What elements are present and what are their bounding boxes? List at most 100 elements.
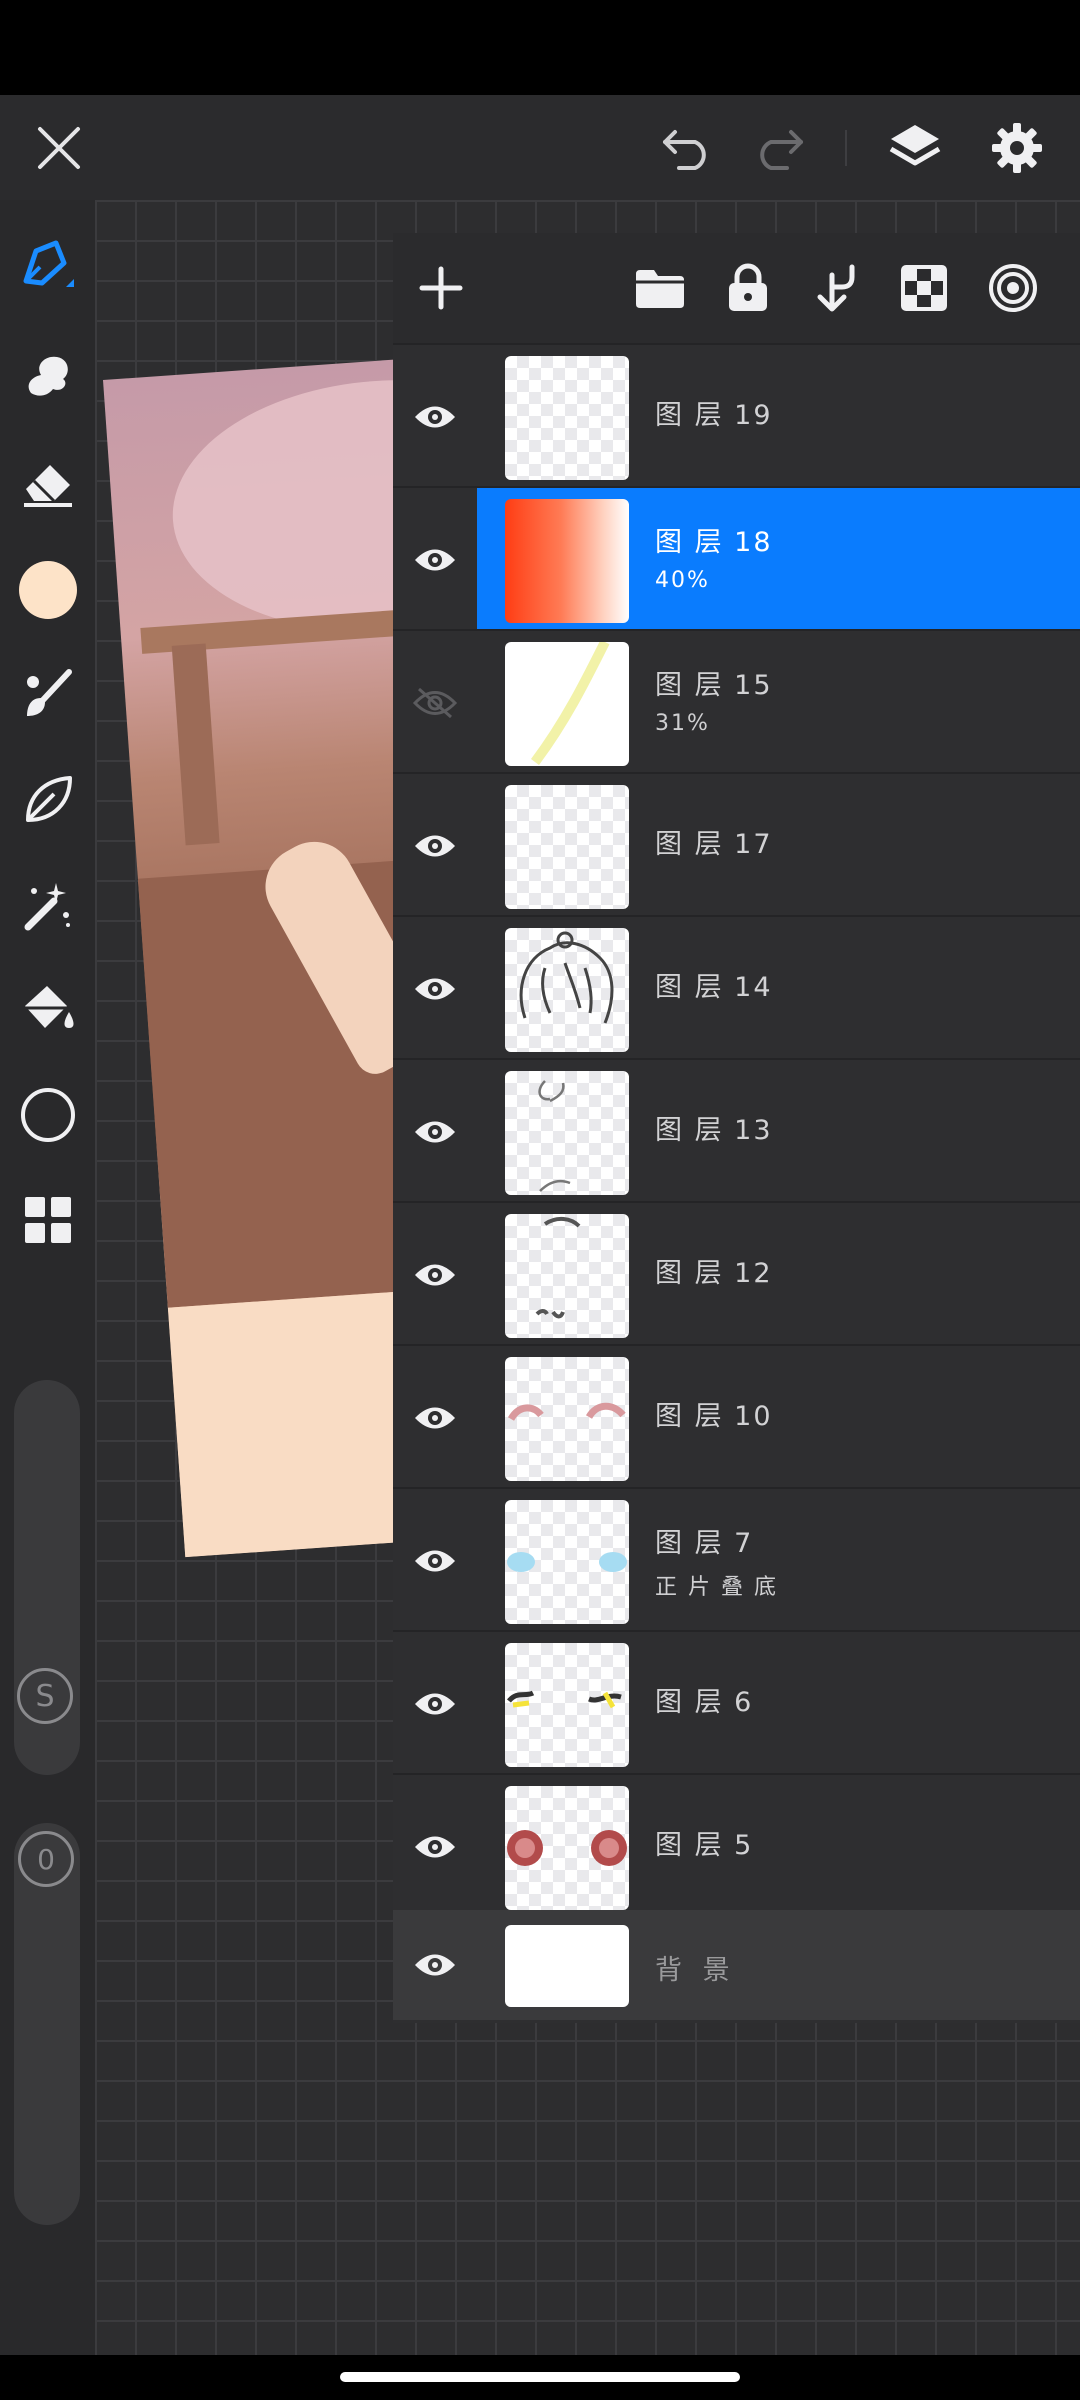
visibility-toggle[interactable] <box>393 917 477 1060</box>
background-layer-row[interactable]: 背 景 <box>393 1910 1080 2020</box>
reference-layer-button[interactable] <box>978 248 1048 328</box>
eraser-tool[interactable] <box>0 444 95 524</box>
close-button[interactable] <box>14 95 104 200</box>
layer-name: 图 层 5 <box>655 1830 754 1861</box>
grid-tool[interactable] <box>0 1180 95 1260</box>
brush-tool[interactable] <box>0 655 95 735</box>
magic-wand-icon <box>24 883 70 931</box>
layers-toolbar <box>393 233 1080 343</box>
magic-wand-tool[interactable] <box>0 865 95 945</box>
pen-icon <box>23 240 74 287</box>
layer-name: 图 层 14 <box>655 972 773 1003</box>
visibility-toggle[interactable] <box>393 1775 477 1918</box>
fill-tool[interactable] <box>0 970 95 1050</box>
layer-thumbnail <box>505 642 629 766</box>
eye-icon <box>415 1954 455 1976</box>
layer-opacity: 31% <box>655 711 710 736</box>
folder-button[interactable] <box>625 248 695 328</box>
layer-thumbnail <box>505 1357 629 1481</box>
visibility-toggle[interactable] <box>393 774 477 917</box>
visibility-toggle[interactable] <box>393 1346 477 1489</box>
eye-icon <box>415 1836 455 1857</box>
undo-icon <box>663 129 706 170</box>
layer-row[interactable]: 图 层 6 <box>393 1630 1080 1775</box>
eye-icon <box>415 1121 455 1142</box>
status-bar <box>0 0 1080 95</box>
lasso-tool[interactable] <box>0 760 95 840</box>
layer-thumbnail <box>505 1500 629 1624</box>
visibility-toggle[interactable] <box>393 345 477 488</box>
visibility-toggle[interactable] <box>393 1632 477 1775</box>
opacity-indicator[interactable]: 0 <box>18 1831 74 1887</box>
visibility-toggle[interactable] <box>393 1489 477 1632</box>
eye-icon <box>415 406 455 427</box>
brush-icon <box>26 669 72 716</box>
layer-row[interactable]: 图 层 13 <box>393 1058 1080 1203</box>
visibility-toggle[interactable] <box>393 1060 477 1203</box>
eye-icon <box>415 1407 455 1428</box>
settings-button[interactable] <box>972 95 1062 200</box>
layer-row[interactable]: 图 层 14 <box>393 915 1080 1060</box>
color-picker-button[interactable] <box>0 550 95 630</box>
layer-name: 图 层 6 <box>655 1687 754 1718</box>
paint-bucket-icon <box>22 986 73 1028</box>
layer-thumbnail <box>505 928 629 1052</box>
layers-button[interactable] <box>870 95 960 200</box>
eye-hidden-icon <box>413 687 457 718</box>
layer-thumbnail <box>505 1786 629 1910</box>
lock-icon <box>729 263 767 311</box>
layer-blend-mode: 正 片 叠 底 <box>655 1575 778 1600</box>
layer-name: 图 层 19 <box>655 400 773 431</box>
layer-row[interactable]: 图 层 15 31% <box>393 629 1080 774</box>
redo-icon <box>760 129 803 170</box>
smudge-tool[interactable] <box>0 336 95 416</box>
layer-thumbnail <box>505 1643 629 1767</box>
layers-panel: 图 层 19 图 层 18 40% 图 层 15 31% 图 层 17 图 层 … <box>393 233 1080 2023</box>
visibility-toggle[interactable] <box>393 1910 477 2020</box>
visibility-toggle[interactable] <box>393 631 477 774</box>
artwork-post <box>171 643 220 846</box>
topbar-divider <box>845 130 847 166</box>
layer-name: 图 层 7 <box>655 1528 754 1559</box>
layers-icon <box>889 124 941 165</box>
layer-thumbnail <box>505 785 629 909</box>
home-indicator[interactable] <box>340 2372 740 2382</box>
pen-tool[interactable] <box>0 227 95 307</box>
layer-row[interactable]: 图 层 7 正 片 叠 底 <box>393 1487 1080 1632</box>
merge-down-button[interactable] <box>801 248 871 328</box>
layer-row[interactable]: 图 层 19 <box>393 343 1080 488</box>
layer-row[interactable]: 图 层 17 <box>393 772 1080 917</box>
layer-thumbnail <box>505 356 629 480</box>
layer-name: 图 层 12 <box>655 1258 773 1289</box>
undo-button[interactable] <box>643 95 733 200</box>
visibility-toggle[interactable] <box>393 1203 477 1346</box>
layer-row[interactable]: 图 层 12 <box>393 1201 1080 1346</box>
eye-icon <box>415 1264 455 1285</box>
layer-name: 图 层 18 <box>655 527 773 558</box>
leaf-icon <box>25 776 72 822</box>
redo-button[interactable] <box>733 95 823 200</box>
transparency-icon <box>901 265 947 311</box>
layer-row[interactable]: 图 层 10 <box>393 1344 1080 1489</box>
add-layer-button[interactable] <box>406 248 476 328</box>
opacity-slider[interactable]: 0 <box>14 1823 80 2225</box>
eye-icon <box>415 1550 455 1571</box>
lock-layer-button[interactable] <box>713 248 783 328</box>
eye-icon <box>415 1693 455 1714</box>
visibility-toggle[interactable] <box>393 488 477 631</box>
stabilizer-indicator[interactable]: S <box>17 1668 73 1724</box>
brush-size-slider[interactable]: S <box>14 1380 80 1775</box>
shape-tool[interactable] <box>0 1075 95 1155</box>
eraser-icon <box>23 465 72 507</box>
layer-row-selected[interactable]: 图 层 18 40% <box>393 486 1080 631</box>
layer-name: 图 层 13 <box>655 1115 773 1146</box>
eye-icon <box>415 549 455 570</box>
transparency-lock-button[interactable] <box>889 248 959 328</box>
close-icon <box>38 126 80 169</box>
layer-row[interactable]: 图 层 5 <box>393 1773 1080 1918</box>
target-icon <box>989 264 1037 312</box>
folder-icon <box>636 270 684 308</box>
add-icon <box>419 266 463 310</box>
merge-down-icon <box>817 264 855 312</box>
layer-name: 图 层 17 <box>655 829 773 860</box>
